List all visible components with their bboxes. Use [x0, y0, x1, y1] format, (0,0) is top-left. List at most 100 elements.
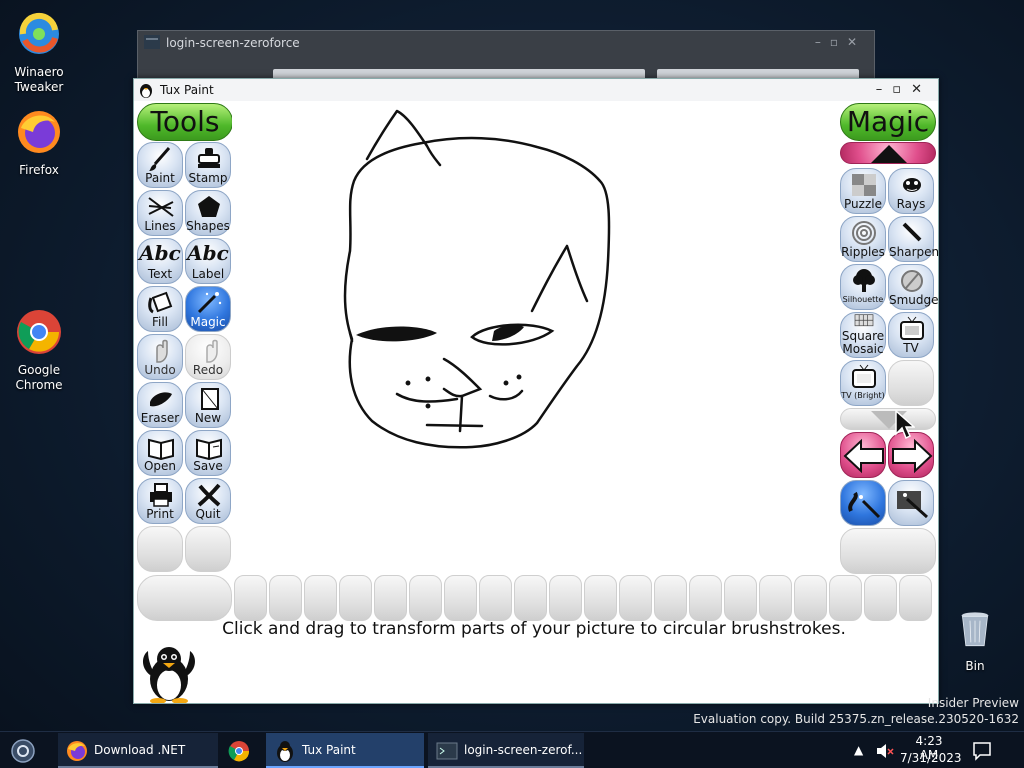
desktop-icon-label: Winaero	[14, 65, 64, 79]
color-swatch-slot[interactable]	[724, 575, 757, 621]
terminal-icon	[144, 35, 160, 49]
magic-tv-bright[interactable]: TV (Bright)	[840, 360, 886, 406]
window-controls[interactable]: –▫✕	[876, 82, 932, 97]
tool-undo[interactable]: Undo	[137, 334, 183, 380]
color-swatch-slot[interactable]	[234, 575, 267, 621]
ripples-icon	[852, 221, 876, 245]
tool-label: Stamp	[188, 171, 228, 185]
start-button[interactable]	[0, 732, 48, 768]
color-swatch-slot[interactable]	[444, 575, 477, 621]
empty-magic-slot	[888, 360, 934, 406]
empty-magic-slot	[840, 528, 936, 574]
taskbar-item-login-screen[interactable]: login-screen-zerof...	[428, 733, 584, 768]
desktop-icon-chrome[interactable]: Google Chrome	[4, 308, 74, 393]
notifications-icon[interactable]	[972, 741, 992, 761]
taskbar-item-tuxpaint[interactable]: Tux Paint	[266, 733, 424, 768]
tool-magic[interactable]: Magic	[185, 286, 231, 332]
color-swatch-slot[interactable]	[759, 575, 792, 621]
arrow-left-icon	[843, 438, 884, 474]
tool-redo[interactable]: Redo	[185, 334, 231, 380]
magic-label-line: Mosaic	[842, 342, 884, 356]
color-swatch-slot[interactable]	[899, 575, 932, 621]
color-swatch-slot[interactable]	[619, 575, 652, 621]
color-swatch-slot[interactable]	[654, 575, 687, 621]
tool-label[interactable]: Abc Label	[185, 238, 231, 284]
color-swatch-slot[interactable]	[794, 575, 827, 621]
magic-tv[interactable]: TV	[888, 312, 934, 358]
tool-fill[interactable]: Fill	[137, 286, 183, 332]
clock-date[interactable]: 7/31/2023	[900, 751, 962, 765]
tools-header: Tools	[137, 103, 233, 141]
start-orb-icon	[11, 739, 35, 763]
color-swatch-slot[interactable]	[829, 575, 862, 621]
build-watermark-line2: Evaluation copy. Build 25375.zn_release.…	[693, 712, 1019, 726]
pentagon-icon	[198, 196, 220, 217]
magic-scroll-up[interactable]	[840, 142, 936, 164]
desktop-icon-label: Google	[17, 363, 61, 377]
magic-mode-paint[interactable]	[840, 480, 886, 526]
taskbar: Download .NET Fra... Tux Paint login-scr…	[0, 731, 1024, 768]
color-swatch-slot[interactable]	[864, 575, 897, 621]
desktop-icon-label: Firefox	[19, 163, 59, 177]
tool-lines[interactable]: Lines	[137, 190, 183, 236]
tool-label: Redo	[192, 363, 224, 377]
magic-silhouette[interactable]: Silhouette	[840, 264, 886, 310]
tool-paint[interactable]: Paint	[137, 142, 183, 188]
magic-rays[interactable]: Rays	[888, 168, 934, 214]
triangle-up-icon	[871, 145, 907, 163]
magic-square-mosaic[interactable]: Square Mosaic	[840, 312, 886, 358]
tool-stamp[interactable]: Stamp	[185, 142, 231, 188]
magic-puzzle[interactable]: Puzzle	[840, 168, 886, 214]
drawing-canvas[interactable]	[232, 101, 838, 573]
tool-quit[interactable]: Quit	[185, 478, 231, 524]
stamp-icon	[198, 148, 220, 168]
taskbar-item-chrome[interactable]	[220, 733, 260, 768]
tray-overflow-chevron[interactable]: ▲	[854, 743, 863, 757]
magic-label: Silhouette	[842, 295, 884, 304]
desktop-icon-firefox[interactable]: Firefox	[4, 108, 74, 178]
current-color-swatch[interactable]	[137, 575, 232, 621]
recycle-bin-icon	[961, 612, 989, 647]
magic-scroll-down[interactable]	[840, 408, 936, 430]
desktop-icon-winaero[interactable]: Winaero Tweaker	[4, 10, 74, 95]
color-swatch-slot[interactable]	[689, 575, 722, 621]
quit-x-icon	[197, 483, 221, 507]
magic-label-line: Square	[841, 329, 885, 343]
tool-eraser[interactable]: Eraser	[137, 382, 183, 428]
color-swatch-slot[interactable]	[549, 575, 582, 621]
magic-smudge[interactable]: Smudge	[888, 264, 939, 310]
printer-icon	[150, 483, 172, 507]
color-swatch-slot[interactable]	[269, 575, 302, 621]
titlebar: Tux Paint –▫✕	[134, 79, 938, 101]
magic-label: Ripples	[841, 245, 885, 259]
magic-label: Smudge	[889, 293, 939, 307]
color-swatch-slot[interactable]	[339, 575, 372, 621]
color-swatch-slot[interactable]	[479, 575, 512, 621]
tool-shapes[interactable]: Shapes	[185, 190, 231, 236]
color-swatch-slot[interactable]	[514, 575, 547, 621]
tool-save[interactable]: Save	[185, 430, 231, 476]
window-controls[interactable]: –▫✕	[815, 35, 866, 49]
prev-page-button[interactable]	[840, 432, 886, 478]
color-swatch-slot[interactable]	[584, 575, 617, 621]
tool-new[interactable]: New	[185, 382, 231, 428]
taskbar-item-firefox[interactable]: Download .NET Fra...	[58, 733, 218, 768]
magic-ripples[interactable]: Ripples	[840, 216, 886, 262]
color-swatch-slot[interactable]	[304, 575, 337, 621]
tool-text[interactable]: Abc Text	[137, 238, 183, 284]
tool-print[interactable]: Print	[137, 478, 183, 524]
tuxpaint-window[interactable]: Tux Paint –▫✕ Tools Paint Stamp Lines Sh…	[133, 78, 939, 704]
chrome-icon	[17, 310, 61, 354]
color-swatch-slot[interactable]	[409, 575, 442, 621]
color-swatch-slot[interactable]	[374, 575, 407, 621]
label-glyph-icon: Abc	[187, 241, 229, 265]
new-page-icon	[201, 388, 219, 410]
desktop-icon-bin[interactable]: Bin	[940, 606, 1010, 674]
volume-muted-icon[interactable]	[876, 743, 894, 759]
magic-mode-fullscreen[interactable]	[888, 480, 934, 526]
smudge-icon	[901, 270, 923, 292]
magic-sharpen[interactable]: Sharpen	[888, 216, 939, 262]
tool-open[interactable]: Open	[137, 430, 183, 476]
tool-label: Undo	[144, 363, 176, 377]
empty-tool-slot	[137, 526, 183, 572]
